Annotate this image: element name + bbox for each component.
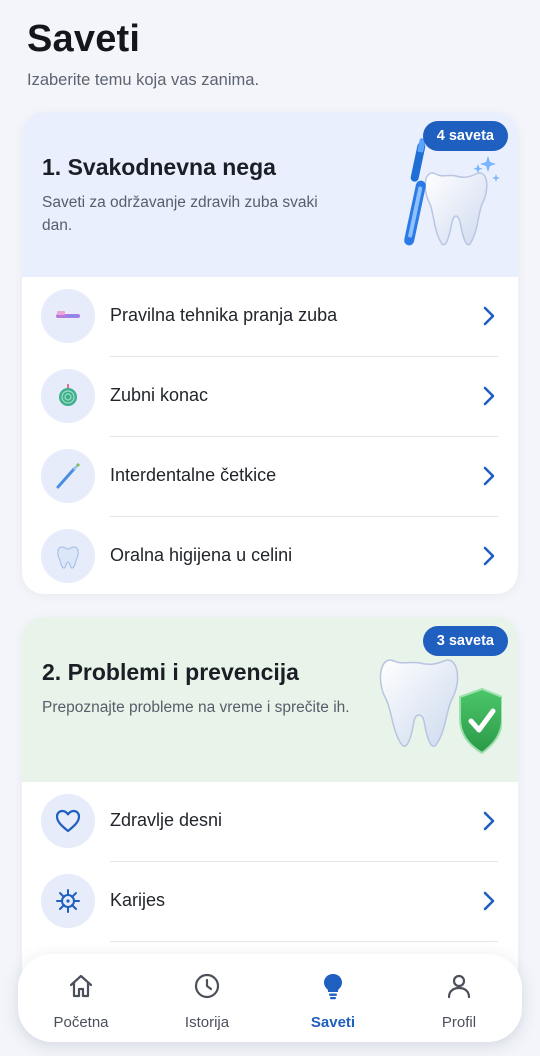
chevron-right-icon bbox=[483, 386, 495, 406]
list-item-gum-health[interactable]: Zdravlje desni bbox=[22, 782, 518, 862]
list-item-oral-hygiene[interactable]: Oralna higijena u celini bbox=[22, 517, 518, 594]
nav-label: Saveti bbox=[310, 1014, 356, 1031]
tips-list: Pravilna tehnika pranja zuba Zubni konac… bbox=[22, 277, 518, 594]
lightbulb-icon bbox=[324, 974, 342, 1000]
list-item-label: Pravilna tehnika pranja zuba bbox=[110, 305, 338, 325]
floss-icon bbox=[41, 369, 95, 423]
list-item-toothbrushing[interactable]: Pravilna tehnika pranja zuba bbox=[22, 277, 518, 357]
chevron-right-icon bbox=[483, 811, 495, 831]
page-title: Saveti bbox=[27, 18, 141, 60]
chevron-right-icon bbox=[483, 546, 495, 566]
list-item-caries[interactable]: Karijes bbox=[22, 862, 518, 942]
list-item-label: Oralna higijena u celini bbox=[110, 545, 293, 565]
tips-list: Zdravlje desni Karijes bbox=[22, 782, 518, 942]
chevron-right-icon bbox=[483, 306, 495, 326]
chevron-right-icon bbox=[483, 891, 495, 911]
nav-label: Početna bbox=[53, 1014, 109, 1031]
page-subtitle: Izaberite temu koja vas zanima. bbox=[27, 71, 260, 89]
tips-count-badge: 4 saveta bbox=[422, 121, 508, 151]
nav-item-tips[interactable]: Saveti bbox=[270, 954, 396, 1042]
tooth-with-toothbrush-illustration bbox=[404, 138, 500, 246]
bottom-navigation: Početna Istorija Saveti Profil bbox=[18, 954, 522, 1042]
section-description: Saveti za održavanje zdravih zuba svaki … bbox=[42, 194, 318, 234]
nav-item-profile[interactable]: Profil bbox=[396, 954, 522, 1042]
user-icon bbox=[447, 974, 471, 999]
home-icon bbox=[69, 974, 93, 998]
section-header: 2. Problemi i prevencija Prepoznajte pro… bbox=[22, 617, 518, 782]
heart-icon bbox=[41, 794, 95, 848]
section-title: 2. Problemi i prevencija bbox=[42, 659, 299, 685]
interdental-brush-icon bbox=[41, 449, 95, 503]
nav-item-home[interactable]: Početna bbox=[18, 954, 144, 1042]
toothbrush-icon bbox=[41, 289, 95, 343]
clock-icon bbox=[194, 973, 220, 999]
bacteria-icon bbox=[41, 874, 95, 928]
section-card-daily-care: 1. Svakodnevna nega Saveti za održavanje… bbox=[22, 112, 518, 594]
list-item-label: Zdravlje desni bbox=[110, 810, 223, 830]
list-item-label: Karijes bbox=[110, 890, 166, 910]
section-title: 1. Svakodnevna nega bbox=[42, 154, 276, 180]
tooth-icon bbox=[41, 529, 95, 583]
section-description: Prepoznajte probleme na vreme i sprečite… bbox=[42, 699, 350, 716]
section-header: 1. Svakodnevna nega Saveti za održavanje… bbox=[22, 112, 518, 277]
nav-label: Istorija bbox=[184, 1014, 230, 1031]
list-item-label: Zubni konac bbox=[110, 385, 209, 405]
tooth-with-shield-illustration bbox=[379, 659, 502, 755]
divider bbox=[110, 941, 498, 942]
nav-item-history[interactable]: Istorija bbox=[144, 954, 270, 1042]
tips-count-badge: 3 saveta bbox=[422, 626, 508, 656]
nav-label: Profil bbox=[441, 1014, 477, 1031]
chevron-right-icon bbox=[483, 466, 495, 486]
list-item-interdental-brushes[interactable]: Interdentalne četkice bbox=[22, 437, 518, 517]
list-item-label: Interdentalne četkice bbox=[110, 465, 277, 485]
list-item-floss[interactable]: Zubni konac bbox=[22, 357, 518, 437]
